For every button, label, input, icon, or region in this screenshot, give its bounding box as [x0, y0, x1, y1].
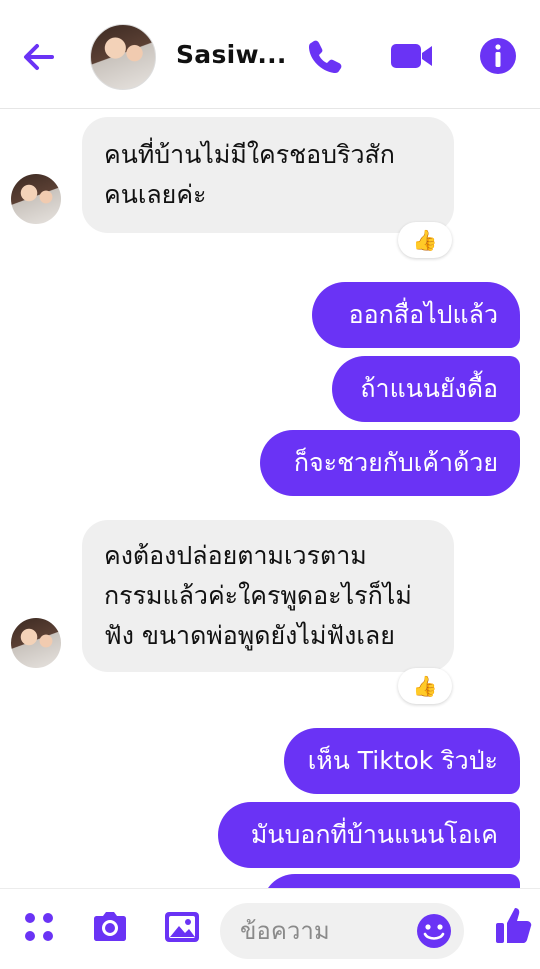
video-camera-icon[interactable]	[389, 36, 435, 76]
image-icon[interactable]	[162, 907, 202, 947]
reaction-like-badge[interactable]: 👍	[398, 668, 452, 704]
message-composer: ข้อความ	[0, 888, 540, 961]
sender-avatar[interactable]	[11, 174, 61, 224]
like-thumb-icon[interactable]	[494, 903, 534, 943]
apps-grid-icon[interactable]	[20, 907, 60, 947]
contact-avatar[interactable]	[90, 24, 156, 90]
message-list[interactable]: คนที่บ้านไม่มีใครชอบริวสัก คนเลยค่ะ 👍 ออ…	[0, 108, 540, 888]
reaction-like-badge[interactable]: 👍	[398, 222, 452, 258]
info-icon[interactable]	[478, 36, 518, 76]
incoming-message-bubble[interactable]: คนที่บ้านไม่มีใครชอบริวสัก คนเลยค่ะ	[82, 117, 454, 233]
phone-icon[interactable]	[305, 36, 345, 76]
incoming-message-bubble[interactable]: คงต้องปล่อยตามเวรตาม กรรมแล้วค่ะใครพูดอะ…	[82, 520, 454, 672]
contact-name[interactable]: Sasiw...	[176, 40, 287, 69]
message-line: คงต้องปล่อยตามเวรตาม	[104, 541, 367, 570]
outgoing-message-bubble[interactable]	[262, 874, 520, 888]
message-line: กรรมแล้วค่ะใครพูดอะไรก็ไม่	[104, 581, 412, 610]
outgoing-message-bubble[interactable]: ก็จะชวยกับเค้าด้วย	[260, 430, 520, 496]
camera-icon[interactable]	[90, 907, 130, 947]
emoji-icon[interactable]	[416, 913, 452, 949]
chat-header: Sasiw...	[0, 0, 540, 109]
message-line: คนเลยค่ะ	[104, 180, 207, 209]
message-line: ฟัง ขนาดพ่อพูดยังไม่ฟังเลย	[104, 621, 395, 650]
message-input-placeholder: ข้อความ	[240, 917, 330, 945]
outgoing-message-bubble[interactable]: มันบอกที่บ้านแนนโอเค	[218, 802, 520, 868]
outgoing-message-bubble[interactable]: ถ้าแนนยังดื้อ	[332, 356, 520, 422]
sender-avatar[interactable]	[11, 618, 61, 668]
outgoing-message-bubble[interactable]: ออกสื่อไปแล้ว	[312, 282, 520, 348]
message-line: คนที่บ้านไม่มีใครชอบริวสัก	[104, 140, 395, 169]
message-input[interactable]: ข้อความ	[220, 903, 464, 959]
back-arrow-icon[interactable]	[18, 36, 60, 78]
outgoing-message-bubble[interactable]: เห็น Tiktok ริวป่ะ	[284, 728, 520, 794]
